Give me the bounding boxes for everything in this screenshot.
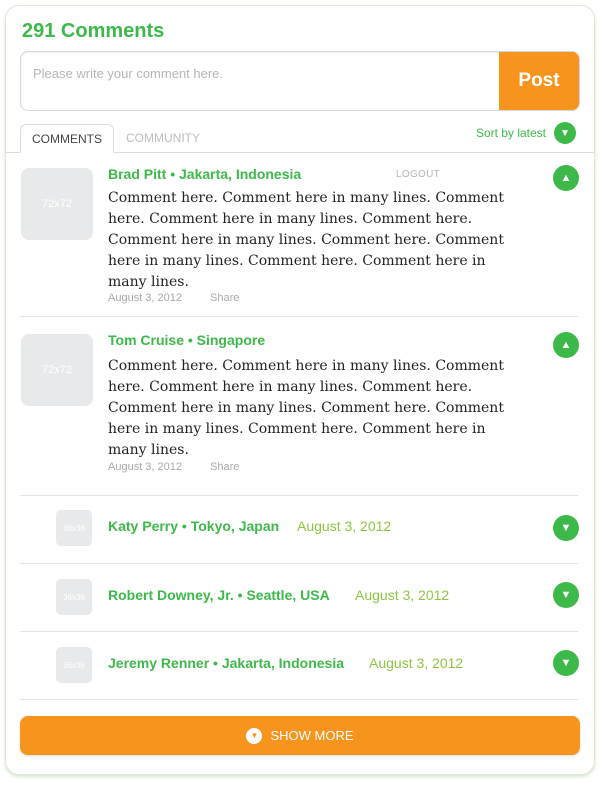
upvote-icon[interactable]: ▲	[553, 165, 579, 191]
chevron-down-icon: ▼	[554, 122, 576, 144]
comments-widget: 291 Comments Post COMMENTS COMMUNITY Sor…	[5, 5, 595, 775]
avatar: 72x72	[21, 334, 93, 406]
chevron-down-icon: ▼	[246, 727, 263, 744]
expand-chevron-down-icon[interactable]: ▼	[553, 650, 579, 676]
tab-community[interactable]: COMMUNITY	[116, 124, 210, 152]
avatar: 36x36	[56, 579, 92, 615]
divider	[20, 495, 578, 496]
comment-author[interactable]: Tom Cruise • Singapore	[108, 332, 265, 348]
divider	[20, 563, 578, 564]
comment-date: August 3, 2012	[108, 292, 183, 304]
reply-date: August 3, 2012	[297, 518, 392, 534]
comment-author[interactable]: Brad Pitt • Jakarta, Indonesia	[108, 166, 301, 182]
tab-comments[interactable]: COMMENTS	[20, 124, 114, 153]
comment-text: Comment here. Comment here in many lines…	[108, 358, 504, 458]
comment-composer: Post	[20, 51, 580, 111]
avatar: 36x36	[56, 510, 92, 546]
reply-author[interactable]: Jeremy Renner • Jakarta, Indonesia	[108, 655, 344, 671]
reply-date: August 3, 2012	[369, 655, 464, 671]
comment-meta: August 3, 2012 Share	[108, 292, 239, 304]
comment-date: August 3, 2012	[108, 461, 183, 473]
reply-author[interactable]: Katy Perry • Tokyo, Japan	[108, 518, 279, 534]
show-more-label: SHOW MORE	[270, 728, 354, 743]
avatar: 36x36	[56, 647, 92, 683]
expand-chevron-down-icon[interactable]: ▼	[553, 582, 579, 608]
comment-text: Comment here. Comment here in many lines…	[108, 190, 504, 290]
post-button[interactable]: Post	[499, 52, 579, 110]
divider	[20, 631, 578, 632]
tabs-row: COMMENTS COMMUNITY Sort by latest ▼	[6, 122, 594, 153]
comment-input[interactable]	[21, 52, 491, 110]
sort-label: Sort by latest	[475, 126, 546, 140]
divider	[20, 699, 578, 700]
reply-date: August 3, 2012	[355, 587, 450, 603]
reply-author[interactable]: Robert Downey, Jr. • Seattle, USA	[108, 587, 330, 603]
comment-meta: August 3, 2012 Share	[108, 461, 239, 473]
avatar: 72x72	[21, 168, 93, 240]
share-link[interactable]: Share	[210, 461, 239, 473]
logout-link[interactable]: LOGOUT	[396, 169, 440, 180]
sort-button[interactable]: Sort by latest ▼	[476, 122, 576, 144]
share-link[interactable]: Share	[210, 292, 239, 304]
upvote-icon[interactable]: ▲	[553, 332, 579, 358]
comment-count-title: 291 Comments	[22, 20, 165, 42]
divider	[20, 316, 578, 317]
expand-chevron-down-icon[interactable]: ▼	[553, 515, 579, 541]
show-more-button[interactable]: ▼ SHOW MORE	[20, 716, 580, 755]
